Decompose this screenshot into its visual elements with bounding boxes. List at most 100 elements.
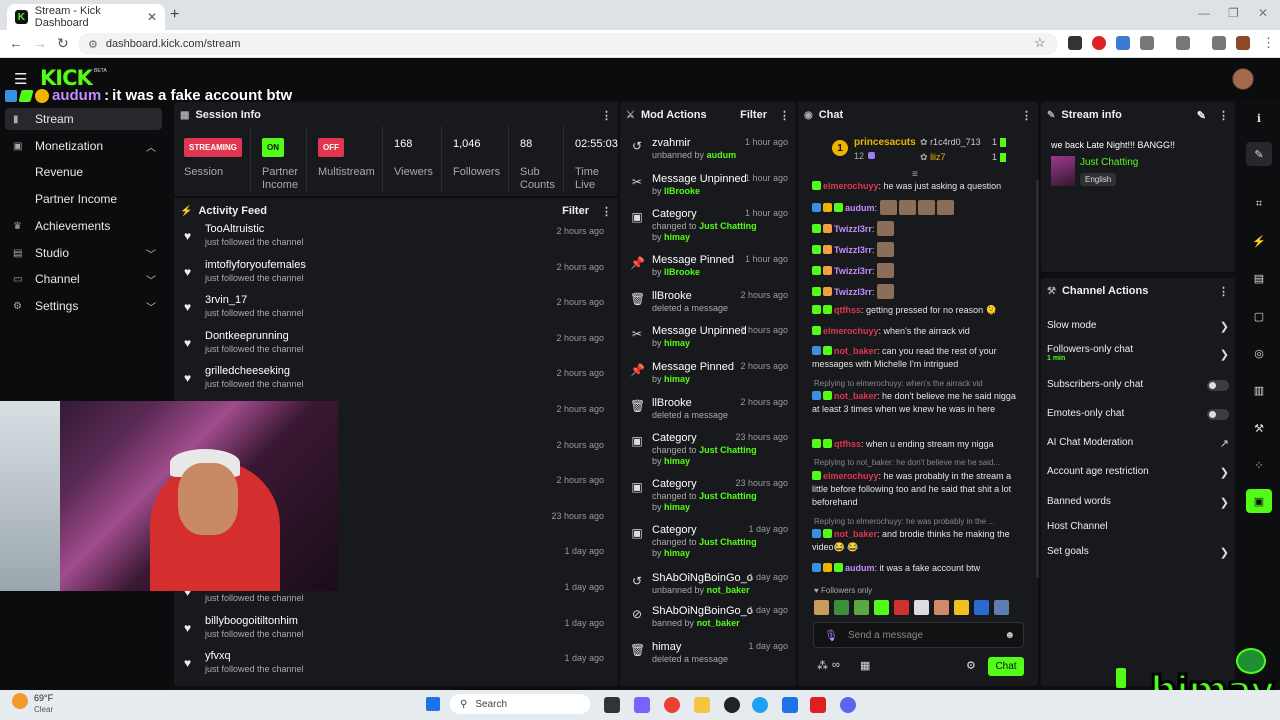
mod-action-target[interactable]: Just Chatting	[699, 221, 757, 231]
new-tab-button[interactable]: +	[170, 6, 179, 24]
gift-sub-icon[interactable]: ⁂	[817, 659, 828, 672]
bookmark-star-icon[interactable]: ☆	[1034, 35, 1046, 51]
sidebar-item-partner-income[interactable]: Partner Income	[5, 188, 162, 210]
host-channel-row[interactable]: Host Channel	[1047, 521, 1229, 532]
chat-username[interactable]: elmerochuyy	[823, 326, 879, 336]
chat-settings-icon[interactable]: ⚙	[966, 659, 976, 672]
follower-name[interactable]: 3rvin_17	[205, 294, 247, 306]
more-options-icon[interactable]: ⋮	[601, 205, 612, 218]
chat-input[interactable]: 🎙 Send a message ☻	[813, 622, 1024, 648]
chrome-icon[interactable]	[664, 697, 680, 713]
emote-icon[interactable]	[874, 600, 889, 615]
top-gifter-name[interactable]: princesacuts	[854, 137, 916, 148]
follower-name[interactable]: billyboogoitiltonhim	[205, 615, 298, 627]
extension-icon[interactable]	[1068, 36, 1082, 50]
emote-icon[interactable]	[994, 600, 1009, 615]
more-options-icon[interactable]: ⋮	[1218, 109, 1229, 122]
more-options-icon[interactable]: ⋮	[601, 109, 612, 122]
mod-action-target[interactable]: not_baker	[697, 618, 740, 628]
emote-icon[interactable]	[974, 600, 989, 615]
emote-icon[interactable]	[914, 600, 929, 615]
apps-icon[interactable]: ⁘	[1246, 453, 1272, 477]
mod-action-target[interactable]: Just Chatting	[699, 537, 757, 547]
layout-icon[interactable]: ▥	[1246, 378, 1272, 402]
sidebar-item-achievements[interactable]: ♛ Achievements	[5, 215, 162, 237]
off-pill[interactable]: OFF	[318, 138, 344, 157]
follower-name[interactable]: yfvxq	[205, 650, 231, 662]
edge-icon[interactable]	[752, 697, 768, 713]
chat-icon[interactable]: ▢	[1246, 304, 1272, 328]
follower-name[interactable]: Dontkeeprunning	[205, 330, 289, 342]
follower-name[interactable]: grilledcheeseking	[205, 365, 290, 377]
broadcast-icon[interactable]: ◎	[1246, 341, 1272, 365]
emote-icon[interactable]	[894, 600, 909, 615]
more-options-icon[interactable]: ⋮	[1218, 285, 1229, 298]
more-options-icon[interactable]: ⋮	[1021, 109, 1032, 122]
store-icon[interactable]	[782, 697, 798, 713]
chat-username[interactable]: not_baker	[834, 391, 877, 401]
browser-tab[interactable]: K Stream - Kick Dashboard ✕	[7, 4, 165, 30]
mod-action-target[interactable]: llBrooke	[664, 267, 700, 277]
infinity-icon[interactable]: ∞	[832, 659, 840, 671]
emote-icon[interactable]	[814, 600, 829, 615]
taskview-icon[interactable]	[604, 697, 620, 713]
set-goals-row[interactable]: Set goals ❯	[1047, 546, 1229, 559]
more-options-icon[interactable]: ⋮	[779, 109, 790, 122]
follower-name[interactable]: TooAltruistic	[205, 223, 264, 235]
wrench-icon[interactable]: ⚒	[1246, 416, 1272, 440]
edit-icon[interactable]: ✎	[1197, 109, 1206, 122]
mod-action-target[interactable]: himay	[664, 374, 690, 384]
obs-icon[interactable]	[724, 697, 740, 713]
document-icon[interactable]: ▤	[1246, 266, 1272, 290]
store-icon[interactable]: ▦	[860, 659, 870, 672]
emotes-only-toggle[interactable]	[1207, 409, 1229, 420]
chat-scrollbar[interactable]	[1036, 180, 1039, 578]
sidebar-item-stream[interactable]: ▮ Stream	[5, 108, 162, 130]
back-icon[interactable]: ←	[9, 35, 23, 51]
emote-icon[interactable]	[854, 600, 869, 615]
maximize-icon[interactable]: ❐	[1228, 6, 1239, 20]
bolt-icon[interactable]: ⚡	[1246, 229, 1272, 253]
url-bar[interactable]: ⚙ dashboard.kick.com/stream	[78, 33, 1058, 55]
info-icon[interactable]: ℹ	[1246, 106, 1272, 130]
account-age-row[interactable]: Account age restriction ❯	[1047, 466, 1229, 479]
windows-start-icon[interactable]	[426, 697, 440, 711]
sidepanel-icon[interactable]	[1176, 36, 1190, 50]
discord-icon[interactable]	[840, 697, 856, 713]
on-pill[interactable]: ON	[262, 138, 284, 157]
chat-username[interactable]: not_baker	[834, 529, 877, 539]
extension-icon[interactable]: ▣	[1246, 489, 1272, 513]
emote-icon[interactable]	[954, 600, 969, 615]
puzzle-icon[interactable]	[1140, 36, 1154, 50]
profile-icon[interactable]	[1236, 36, 1250, 50]
minimize-icon[interactable]: —	[1198, 6, 1210, 20]
mod-action-target[interactable]: not_baker	[707, 585, 750, 595]
chat-username[interactable]: Twizzl3rr	[834, 266, 872, 276]
expand-icon[interactable]: ≡	[912, 169, 918, 180]
extension-icon[interactable]	[1116, 36, 1130, 50]
subscribers-only-toggle[interactable]	[1207, 380, 1229, 391]
mod-action-target[interactable]: himay	[664, 338, 690, 348]
chat-username[interactable]: elmerochuyy	[823, 181, 879, 191]
mod-action-user[interactable]: himay	[664, 502, 690, 512]
filter-button[interactable]: Filter	[740, 109, 767, 121]
chat-username[interactable]: not_baker	[834, 346, 877, 356]
mod-action-user[interactable]: himay	[664, 456, 690, 466]
sidebar-item-settings[interactable]: ⚙ Settings ﹀	[5, 295, 162, 317]
close-window-icon[interactable]: ✕	[1258, 6, 1268, 20]
mod-action-user[interactable]: himay	[664, 232, 690, 242]
chat-username[interactable]: qtfhss	[834, 305, 861, 315]
emote-icon[interactable]	[834, 600, 849, 615]
list-icon[interactable]	[1212, 36, 1226, 50]
sidebar-item-revenue[interactable]: Revenue	[5, 161, 162, 183]
follower-name[interactable]: imtoflyforyoufemales	[205, 259, 306, 271]
slow-mode-row[interactable]: Slow mode ❯	[1047, 320, 1229, 333]
menu-kebab-icon[interactable]: ⋮	[1262, 35, 1275, 51]
reload-icon[interactable]: ↻	[57, 35, 69, 52]
category-link[interactable]: Just Chatting	[1080, 157, 1138, 168]
filter-button[interactable]: Filter	[562, 205, 589, 217]
chat-username[interactable]: Twizzl3rr	[834, 287, 872, 297]
sidebar-item-channel[interactable]: ▭ Channel ﹀	[5, 268, 162, 290]
close-tab-icon[interactable]: ✕	[147, 10, 157, 24]
chat-username[interactable]: audum	[845, 203, 875, 213]
